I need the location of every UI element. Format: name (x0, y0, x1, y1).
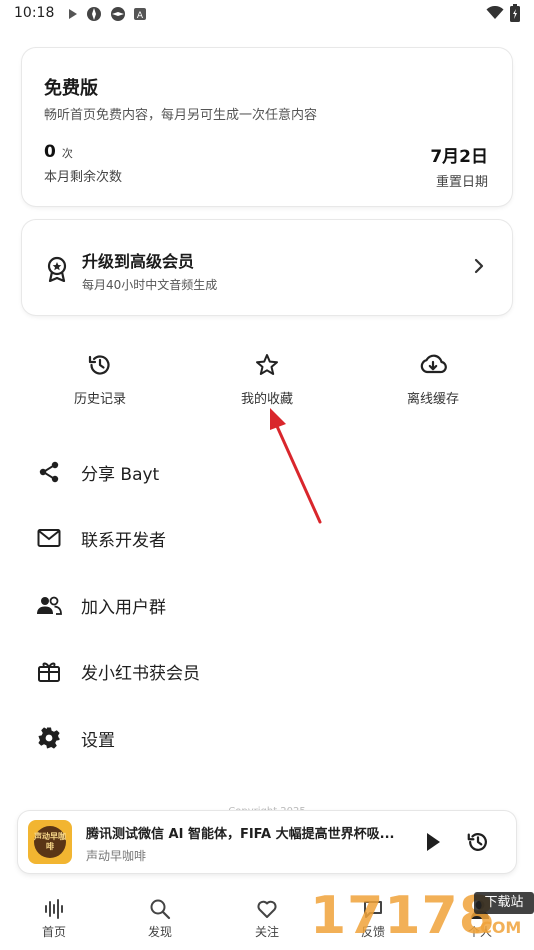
plan-title: 免费版 (44, 78, 98, 99)
history-label: 历史记录 (73, 392, 126, 407)
watermark-top-text: 下载站 (474, 892, 534, 914)
settings-icon (36, 725, 62, 751)
star-icon (256, 354, 278, 375)
reset-date: 7月2日 重置日期 (430, 142, 488, 190)
podcast-cover-text: 声动早咖啡 (34, 826, 66, 858)
group-icon (36, 592, 62, 618)
status-left-icons: A (68, 6, 146, 22)
player-episode-title: 腾讯测试微信 AI 智能体，FIFA 大幅提高世界杯吸... (86, 827, 395, 842)
plan-card: 免费版 畅听首页免费内容，每月另可生成一次任意内容 0次 本月剩余次数 7月2日… (22, 48, 512, 206)
battery-icon (510, 4, 520, 22)
status-bar: 10:18 A (0, 0, 534, 28)
menu-item-label: 加入用户群 (81, 597, 166, 618)
remaining-count-value: 0 (44, 142, 56, 162)
menu-item-label: 设置 (81, 730, 115, 751)
nav-follow-label: 关注 (254, 925, 279, 939)
menu-item-settings[interactable]: 设置 (36, 718, 496, 758)
favorites-button[interactable]: 我的收藏 (217, 352, 317, 407)
status-time: 10:18 (14, 5, 55, 21)
menu-item-xiaohongshu[interactable]: 发小红书获会员 (36, 651, 496, 691)
nav-discover[interactable]: 发现 (120, 898, 200, 940)
gift-icon (36, 658, 62, 684)
mini-player[interactable]: 声动早咖啡 腾讯测试微信 AI 智能体，FIFA 大幅提高世界杯吸... 声动早… (18, 811, 516, 873)
menu-item-contact-developer[interactable]: 联系开发者 (36, 518, 496, 558)
heart-icon (257, 900, 277, 918)
remaining-count: 0次 (44, 142, 73, 162)
menu-item-join-group[interactable]: 加入用户群 (36, 585, 496, 625)
history-button[interactable]: 历史记录 (50, 352, 150, 407)
svg-text:A: A (137, 11, 144, 20)
offline-cache-label: 离线缓存 (406, 392, 459, 407)
chevron-right-icon (474, 258, 484, 274)
watermark-digits: 17178 (310, 886, 496, 946)
play-icon[interactable] (423, 830, 443, 854)
cloud-download-icon (420, 354, 447, 374)
upgrade-description: 每月40小时中文音频生成 (82, 278, 218, 292)
nav-discover-label: 发现 (147, 925, 172, 939)
plan-description: 畅听首页免费内容，每月另可生成一次任意内容 (44, 108, 318, 123)
nav-follow[interactable]: 关注 (227, 898, 307, 940)
watermark: 17178 下载站 .COM (310, 884, 534, 950)
nav-home-label: 首页 (41, 925, 66, 939)
player-podcast-name: 声动早咖啡 (86, 849, 147, 863)
waveform-icon (45, 899, 63, 919)
reset-date-label: 重置日期 (435, 175, 488, 190)
mail-icon (36, 525, 62, 551)
menu-item-label: 联系开发者 (81, 530, 166, 551)
menu-item-label: 发小红书获会员 (81, 663, 200, 684)
upgrade-title: 升级到高级会员 (82, 252, 195, 271)
share-icon (36, 459, 62, 485)
play-icon (69, 9, 77, 19)
app-icon (87, 7, 101, 21)
menu-item-share[interactable]: 分享 Bayt (36, 452, 496, 492)
wifi-icon (486, 6, 504, 19)
remaining-count-unit: 次 (61, 147, 73, 160)
search-icon (150, 899, 171, 920)
upgrade-card[interactable]: 升级到高级会员 每月40小时中文音频生成 (22, 220, 512, 315)
history-icon[interactable] (466, 830, 490, 854)
award-icon (47, 256, 67, 282)
status-right-icons (486, 4, 520, 22)
history-icon (88, 355, 110, 375)
menu-item-label: 分享 Bayt (81, 464, 160, 485)
nav-home[interactable]: 首页 (14, 898, 94, 940)
podcast-cover: 声动早咖啡 (28, 820, 72, 864)
reset-date-value: 7月2日 (430, 147, 488, 167)
a-badge-icon: A (134, 8, 146, 20)
offline-cache-button[interactable]: 离线缓存 (383, 352, 483, 407)
watermark-bottom-text: .COM (474, 918, 522, 937)
app-icon (111, 7, 125, 21)
remaining-count-label: 本月剩余次数 (44, 170, 123, 185)
